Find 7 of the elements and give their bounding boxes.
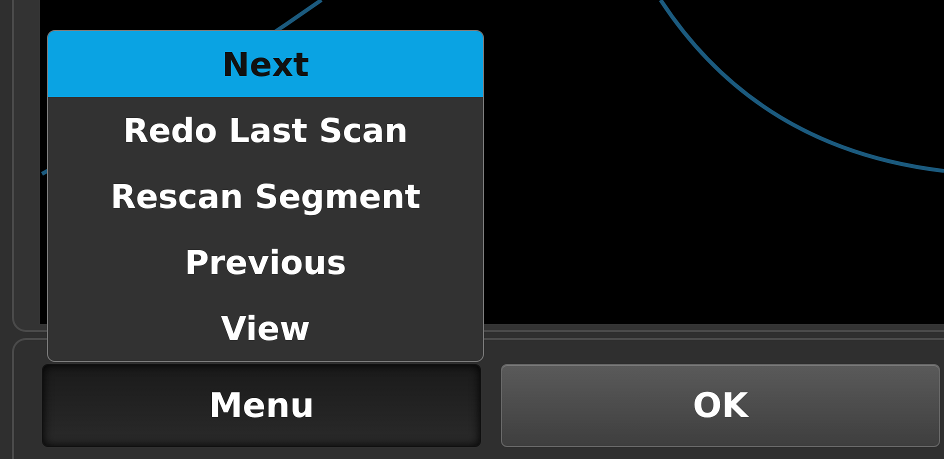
menu-item[interactable]: Previous [48,229,483,295]
menu-item[interactable]: Rescan Segment [48,163,483,229]
menu-button[interactable]: Menu [42,364,481,447]
menu-item[interactable]: Redo Last Scan [48,97,483,163]
menu-item[interactable]: Next [48,31,483,97]
menu-item[interactable]: View [48,295,483,361]
ok-button[interactable]: OK [501,364,940,447]
